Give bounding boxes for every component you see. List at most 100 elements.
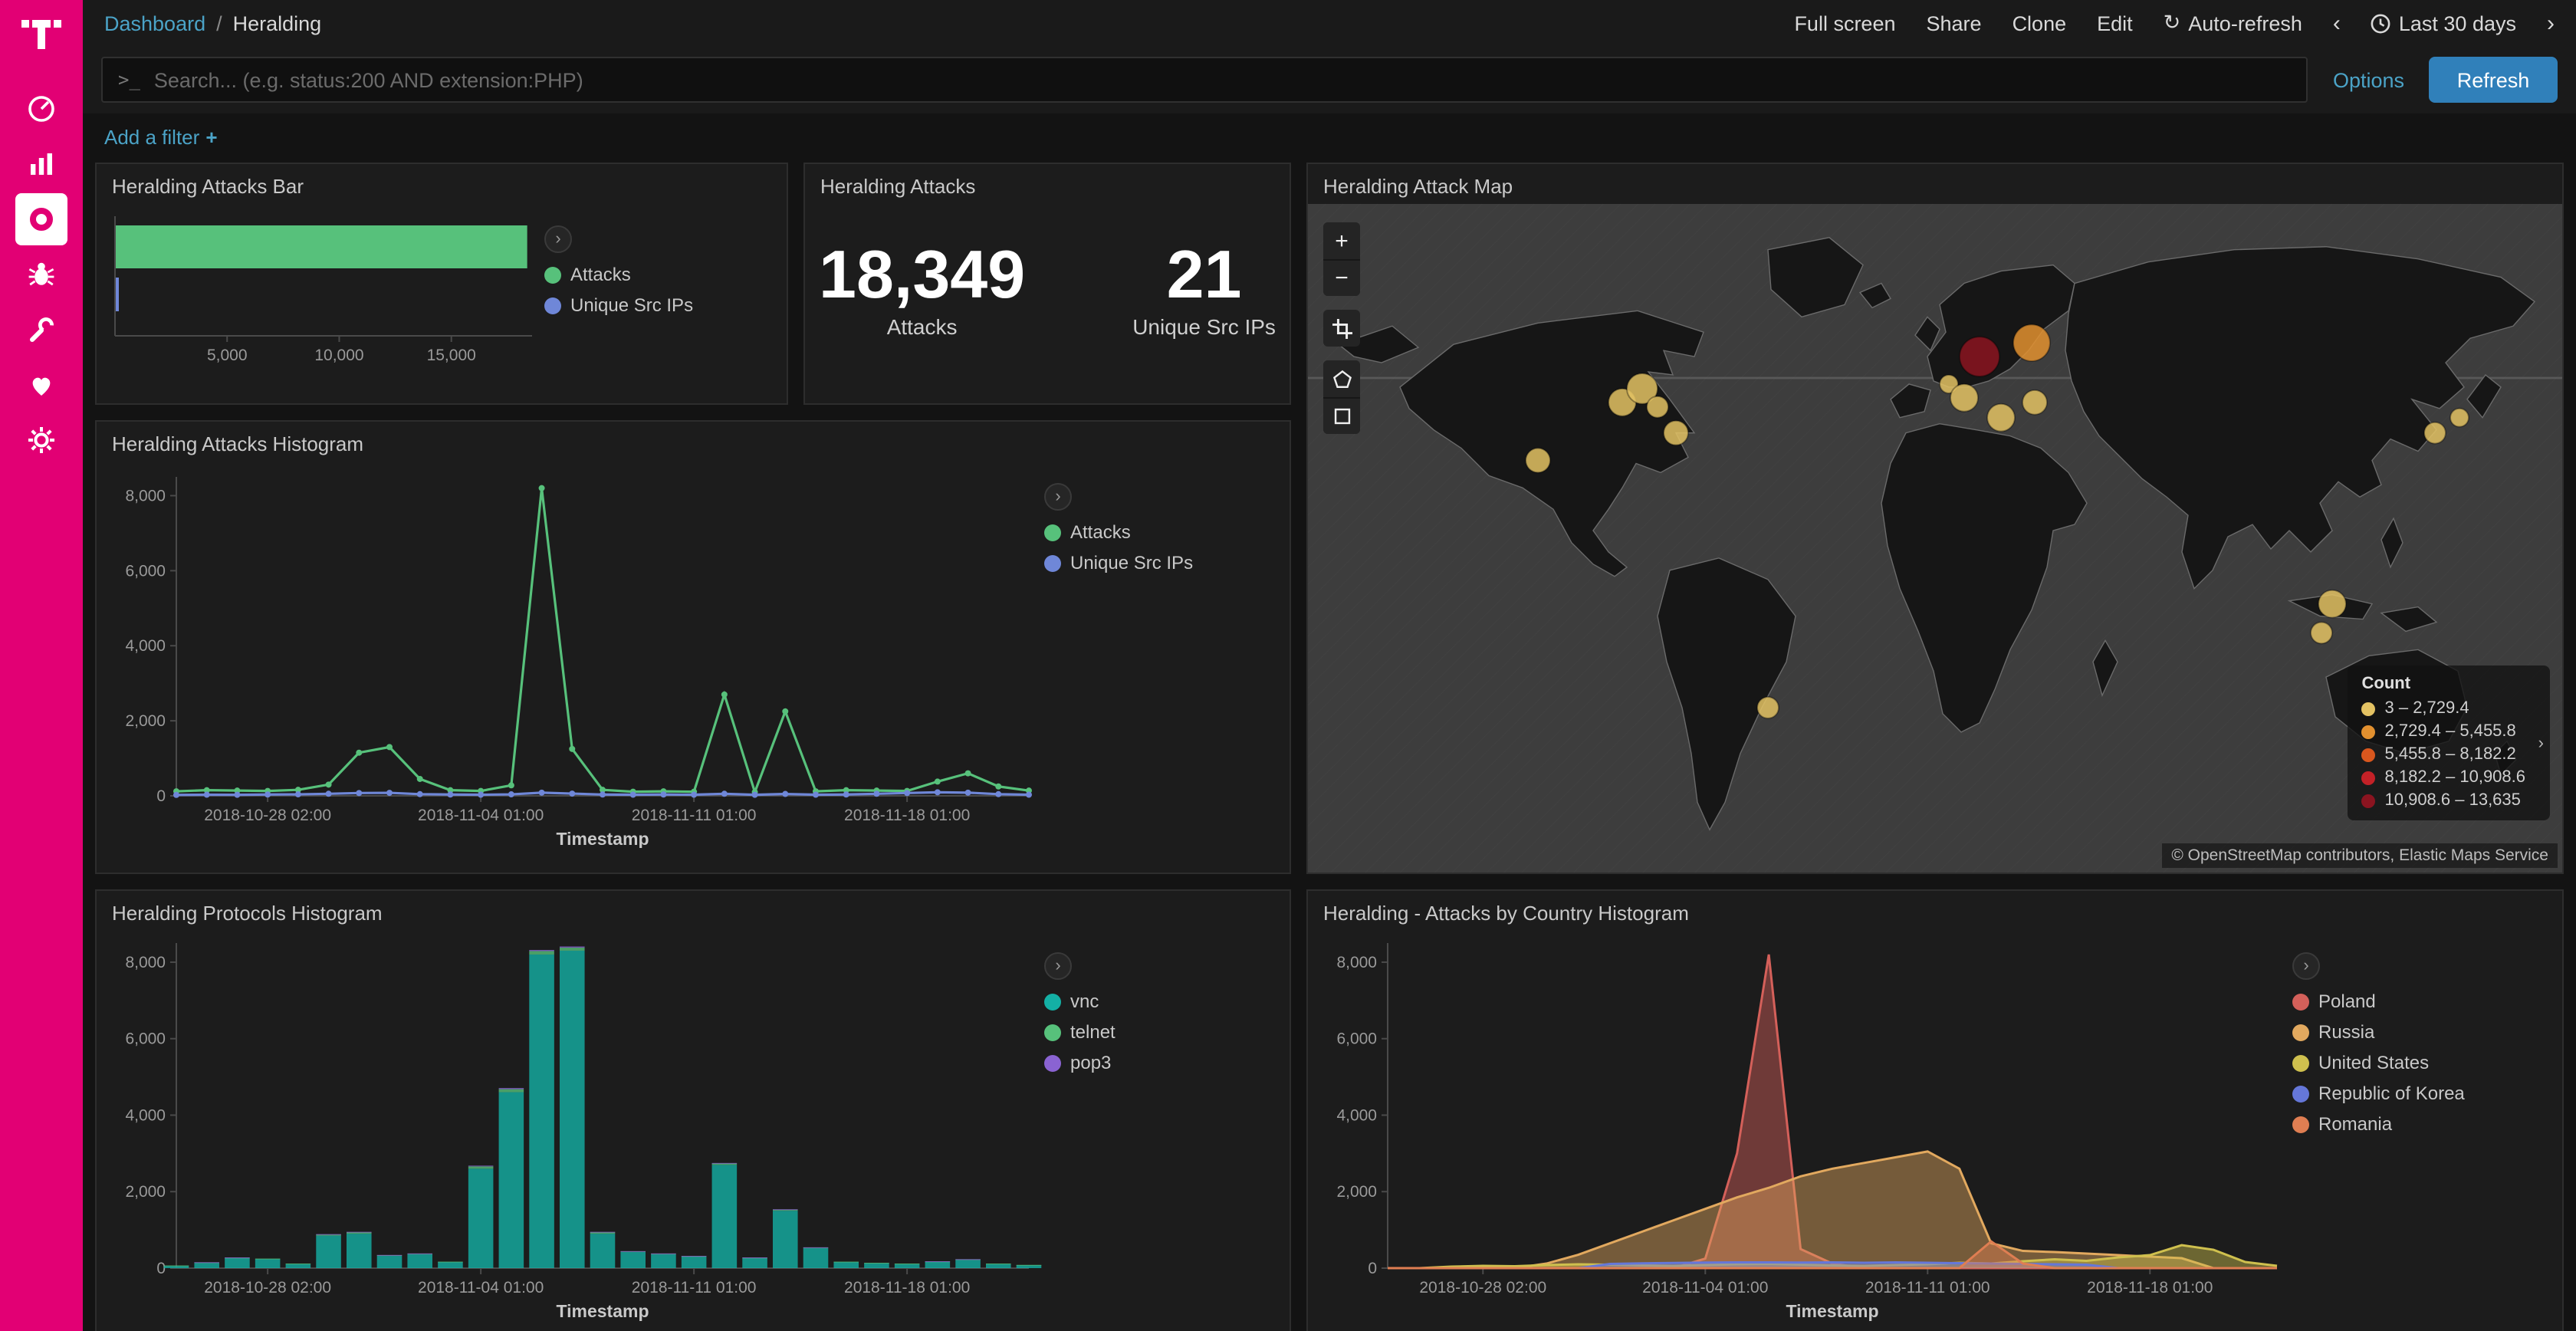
search-placeholder: Search... (e.g. status:200 AND extension… <box>154 68 583 91</box>
legend-color-dot <box>1044 1024 1061 1040</box>
svg-text:2018-10-28 02:00: 2018-10-28 02:00 <box>204 807 331 824</box>
sidebar <box>0 0 83 1331</box>
svg-text:6,000: 6,000 <box>125 1030 166 1048</box>
svg-text:2018-11-04 01:00: 2018-11-04 01:00 <box>1642 1279 1768 1296</box>
legend-item[interactable]: Unique Src IPs <box>544 294 771 316</box>
map-legend-title: Count <box>2362 675 2526 693</box>
legend-collapse-button[interactable]: › <box>1044 952 1072 980</box>
map-legend-range-label: 8,182.2 – 10,908.6 <box>2385 768 2526 787</box>
sidebar-item-health[interactable] <box>15 359 67 411</box>
legend-item[interactable]: Poland <box>2292 991 2535 1012</box>
legend-item[interactable]: Attacks <box>1044 521 1271 543</box>
legend-item[interactable]: Attacks <box>544 264 771 285</box>
svg-text:15,000: 15,000 <box>427 347 476 364</box>
t-logo-icon <box>21 12 61 52</box>
map-draw-polygon-button[interactable] <box>1323 360 1360 397</box>
sidebar-item-settings[interactable] <box>15 414 67 466</box>
svg-text:4,000: 4,000 <box>1336 1106 1377 1124</box>
legend-item[interactable]: telnet <box>1044 1021 1271 1043</box>
legend-color-dot <box>2292 1116 2309 1132</box>
panel-protocols-histogram: Heralding Protocols Histogram 02,0004,00… <box>95 889 1291 1331</box>
legend-collapse-button[interactable]: › <box>2292 952 2320 980</box>
legend-label: telnet <box>1070 1021 1116 1043</box>
svg-text:2018-11-11 01:00: 2018-11-11 01:00 <box>632 807 757 824</box>
panel-title: Heralding Attacks <box>805 164 1290 201</box>
auto-refresh-button[interactable]: ↻ Auto-refresh <box>2164 11 2302 35</box>
breadcrumb-dashboard-link[interactable]: Dashboard <box>104 12 205 35</box>
svg-text:Timestamp: Timestamp <box>1786 1301 1878 1321</box>
metric-unique-src-ips: 21 Unique Src IPs <box>1132 241 1276 339</box>
legend-item[interactable]: Russia <box>2292 1021 2535 1043</box>
legend-label: Attacks <box>570 264 631 285</box>
legend-color-dot <box>544 297 561 314</box>
query-bar: >_ Search... (e.g. status:200 AND extens… <box>83 46 2576 113</box>
legend-label: Republic of Korea <box>2318 1083 2465 1104</box>
svg-text:2018-11-04 01:00: 2018-11-04 01:00 <box>418 807 544 824</box>
svg-text:6,000: 6,000 <box>1336 1030 1377 1048</box>
share-button[interactable]: Share <box>1927 12 1982 35</box>
panel-attack-map: Heralding Attack Map <box>1306 163 2564 874</box>
panel-title: Heralding Attack Map <box>1308 164 2562 201</box>
legend-item[interactable]: pop3 <box>1044 1052 1271 1073</box>
sidebar-item-visualize[interactable] <box>15 138 67 190</box>
metric-value: 21 <box>1132 241 1276 311</box>
breadcrumb-separator: / <box>216 12 222 35</box>
app-root: Dashboard / Heralding Full screen Share … <box>0 0 2576 1331</box>
gear-icon <box>26 425 57 455</box>
sidebar-item-dashboard[interactable] <box>15 83 67 135</box>
clone-button[interactable]: Clone <box>2013 12 2067 35</box>
top-nav-actions: Full screen Share Clone Edit ↻ Auto-refr… <box>1794 11 2555 35</box>
svg-text:2,000: 2,000 <box>125 1183 166 1201</box>
add-filter-link[interactable]: Add a filter+ <box>104 126 218 149</box>
map-legend-range-label: 5,455.8 – 8,182.2 <box>2385 745 2516 764</box>
map-legend-row: 2,729.4 – 5,455.8 <box>2362 722 2526 741</box>
legend-color-dot <box>2292 1024 2309 1040</box>
map-legend-collapse-chevron[interactable]: › <box>2538 734 2544 752</box>
map-legend-color-dot <box>2362 748 2376 761</box>
map-legend-range-label: 10,908.6 – 13,635 <box>2385 791 2521 810</box>
legend-color-dot <box>1044 554 1061 571</box>
map-controls: + − <box>1323 222 1360 434</box>
options-link[interactable]: Options <box>2333 68 2404 91</box>
map-zoom-in-button[interactable]: + <box>1323 222 1360 259</box>
sidebar-item-attacks[interactable] <box>15 248 67 301</box>
legend-label: Attacks <box>1070 521 1131 543</box>
svg-text:10,000: 10,000 <box>314 347 363 364</box>
refresh-button[interactable]: Refresh <box>2429 57 2558 103</box>
time-back-button[interactable]: ‹ <box>2333 12 2341 35</box>
filter-bar: Add a filter+ <box>83 113 2576 152</box>
map-legend-row: 10,908.6 – 13,635 <box>2362 791 2526 810</box>
legend-collapse-button[interactable]: › <box>544 225 572 253</box>
bar-chart-icon <box>26 149 57 179</box>
map-fit-data-button[interactable] <box>1323 310 1360 347</box>
full-screen-button[interactable]: Full screen <box>1794 12 1895 35</box>
sidebar-item-tools[interactable] <box>15 304 67 356</box>
map-zoom-out-button[interactable]: − <box>1323 259 1360 296</box>
legend-label: vnc <box>1070 991 1099 1012</box>
svg-text:2018-11-18 01:00: 2018-11-18 01:00 <box>844 1279 970 1296</box>
time-forward-button[interactable]: › <box>2547 12 2555 35</box>
world-map[interactable]: + − <box>1308 204 2562 873</box>
search-input[interactable]: >_ Search... (e.g. status:200 AND extens… <box>101 57 2308 103</box>
legend-item[interactable]: Republic of Korea <box>2292 1083 2535 1104</box>
legend-color-dot <box>544 266 561 283</box>
svg-text:2018-10-28 02:00: 2018-10-28 02:00 <box>204 1279 331 1296</box>
legend-collapse-button[interactable]: › <box>1044 483 1072 511</box>
legend-item[interactable]: United States <box>2292 1052 2535 1073</box>
panel-title: Heralding Attacks Bar <box>97 164 787 201</box>
svg-text:0: 0 <box>1368 1260 1377 1277</box>
legend-item[interactable]: Romania <box>2292 1113 2535 1135</box>
sidebar-item-honeypot-dashboard[interactable] <box>15 193 67 245</box>
t-brand-logo[interactable] <box>21 12 61 57</box>
map-draw-rectangle-button[interactable] <box>1323 397 1360 434</box>
legend-item[interactable]: vnc <box>1044 991 1271 1012</box>
attacks-line-chart: 02,0004,0006,0008,0002018-10-28 02:00201… <box>106 458 1044 848</box>
map-legend-row: 5,455.8 – 8,182.2 <box>2362 745 2526 764</box>
svg-text:8,000: 8,000 <box>125 487 166 504</box>
svg-text:8,000: 8,000 <box>1336 954 1377 971</box>
svg-text:5,000: 5,000 <box>207 347 248 364</box>
edit-button[interactable]: Edit <box>2097 12 2133 35</box>
legend-item[interactable]: Unique Src IPs <box>1044 552 1271 573</box>
metric-attacks: 18,349 Attacks <box>819 241 1025 339</box>
time-range-button[interactable]: Last 30 days <box>2371 12 2516 35</box>
